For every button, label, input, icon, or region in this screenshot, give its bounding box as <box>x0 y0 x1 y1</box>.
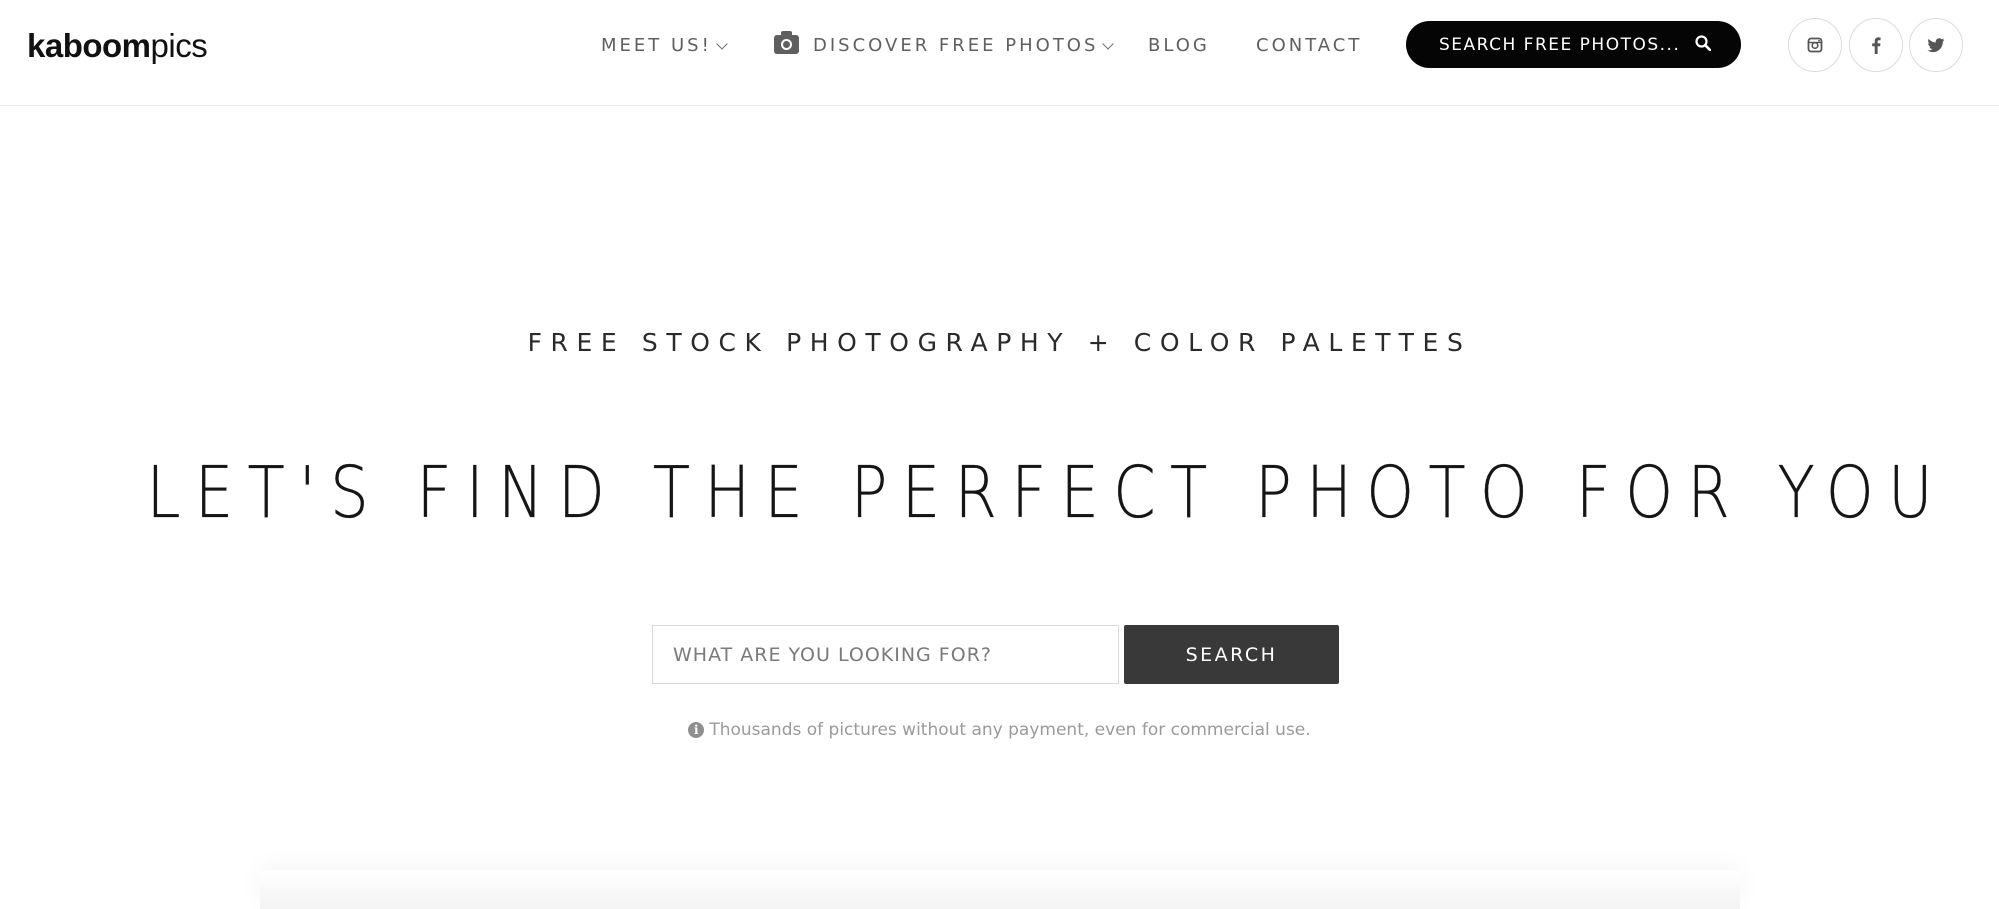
nav-meet-us-label: MEET US! <box>601 35 712 56</box>
logo-light-part: pics <box>150 27 208 64</box>
nav-contact[interactable]: CONTACT <box>1256 34 1362 58</box>
chevron-down-icon <box>716 37 728 50</box>
nav-discover-label: DISCOVER FREE PHOTOS <box>813 35 1099 56</box>
camera-icon <box>774 30 799 54</box>
info-icon: i <box>688 722 705 738</box>
nav-blog[interactable]: BLOG <box>1148 34 1210 58</box>
instagram-link[interactable] <box>1788 18 1842 72</box>
hero-tagline: FREE STOCK PHOTOGRAPHY + COLOR PALETTES <box>527 328 1472 357</box>
content-card-edge <box>260 870 1740 909</box>
hero-search-button[interactable]: SEARCH <box>1124 625 1339 684</box>
site-header: kaboompics MEET US! DISCOVER FREE PHOTOS… <box>0 0 1999 106</box>
twitter-icon <box>1927 37 1945 52</box>
nav-blog-label: BLOG <box>1148 35 1210 56</box>
hero-info-text: Thousands of pictures without any paymen… <box>709 720 1311 740</box>
facebook-link[interactable] <box>1849 18 1903 72</box>
instagram-icon <box>1807 37 1823 53</box>
hero-headline: LET'S FIND THE PERFECT PHOTO FOR YOU <box>0 450 1999 536</box>
site-logo[interactable]: kaboompics <box>27 27 208 64</box>
hero-headline-text: LET'S FIND THE PERFECT PHOTO FOR YOU <box>146 451 1947 534</box>
search-icon <box>1695 35 1711 51</box>
facebook-icon <box>1872 36 1881 54</box>
hero-info-note: i Thousands of pictures without any paym… <box>0 719 1999 741</box>
chevron-down-icon <box>1102 37 1115 50</box>
nav-contact-label: CONTACT <box>1256 35 1363 56</box>
nav-discover-photos[interactable]: DISCOVER FREE PHOTOS <box>774 30 1115 58</box>
header-search-label: SEARCH FREE PHOTOS... <box>1439 34 1681 55</box>
logo-bold-part: kaboom <box>27 27 151 64</box>
twitter-link[interactable] <box>1909 18 1963 72</box>
nav-meet-us[interactable]: MEET US! <box>601 34 728 58</box>
header-search-button[interactable]: SEARCH FREE PHOTOS... <box>1406 21 1741 68</box>
hero-search-input[interactable] <box>652 625 1119 684</box>
